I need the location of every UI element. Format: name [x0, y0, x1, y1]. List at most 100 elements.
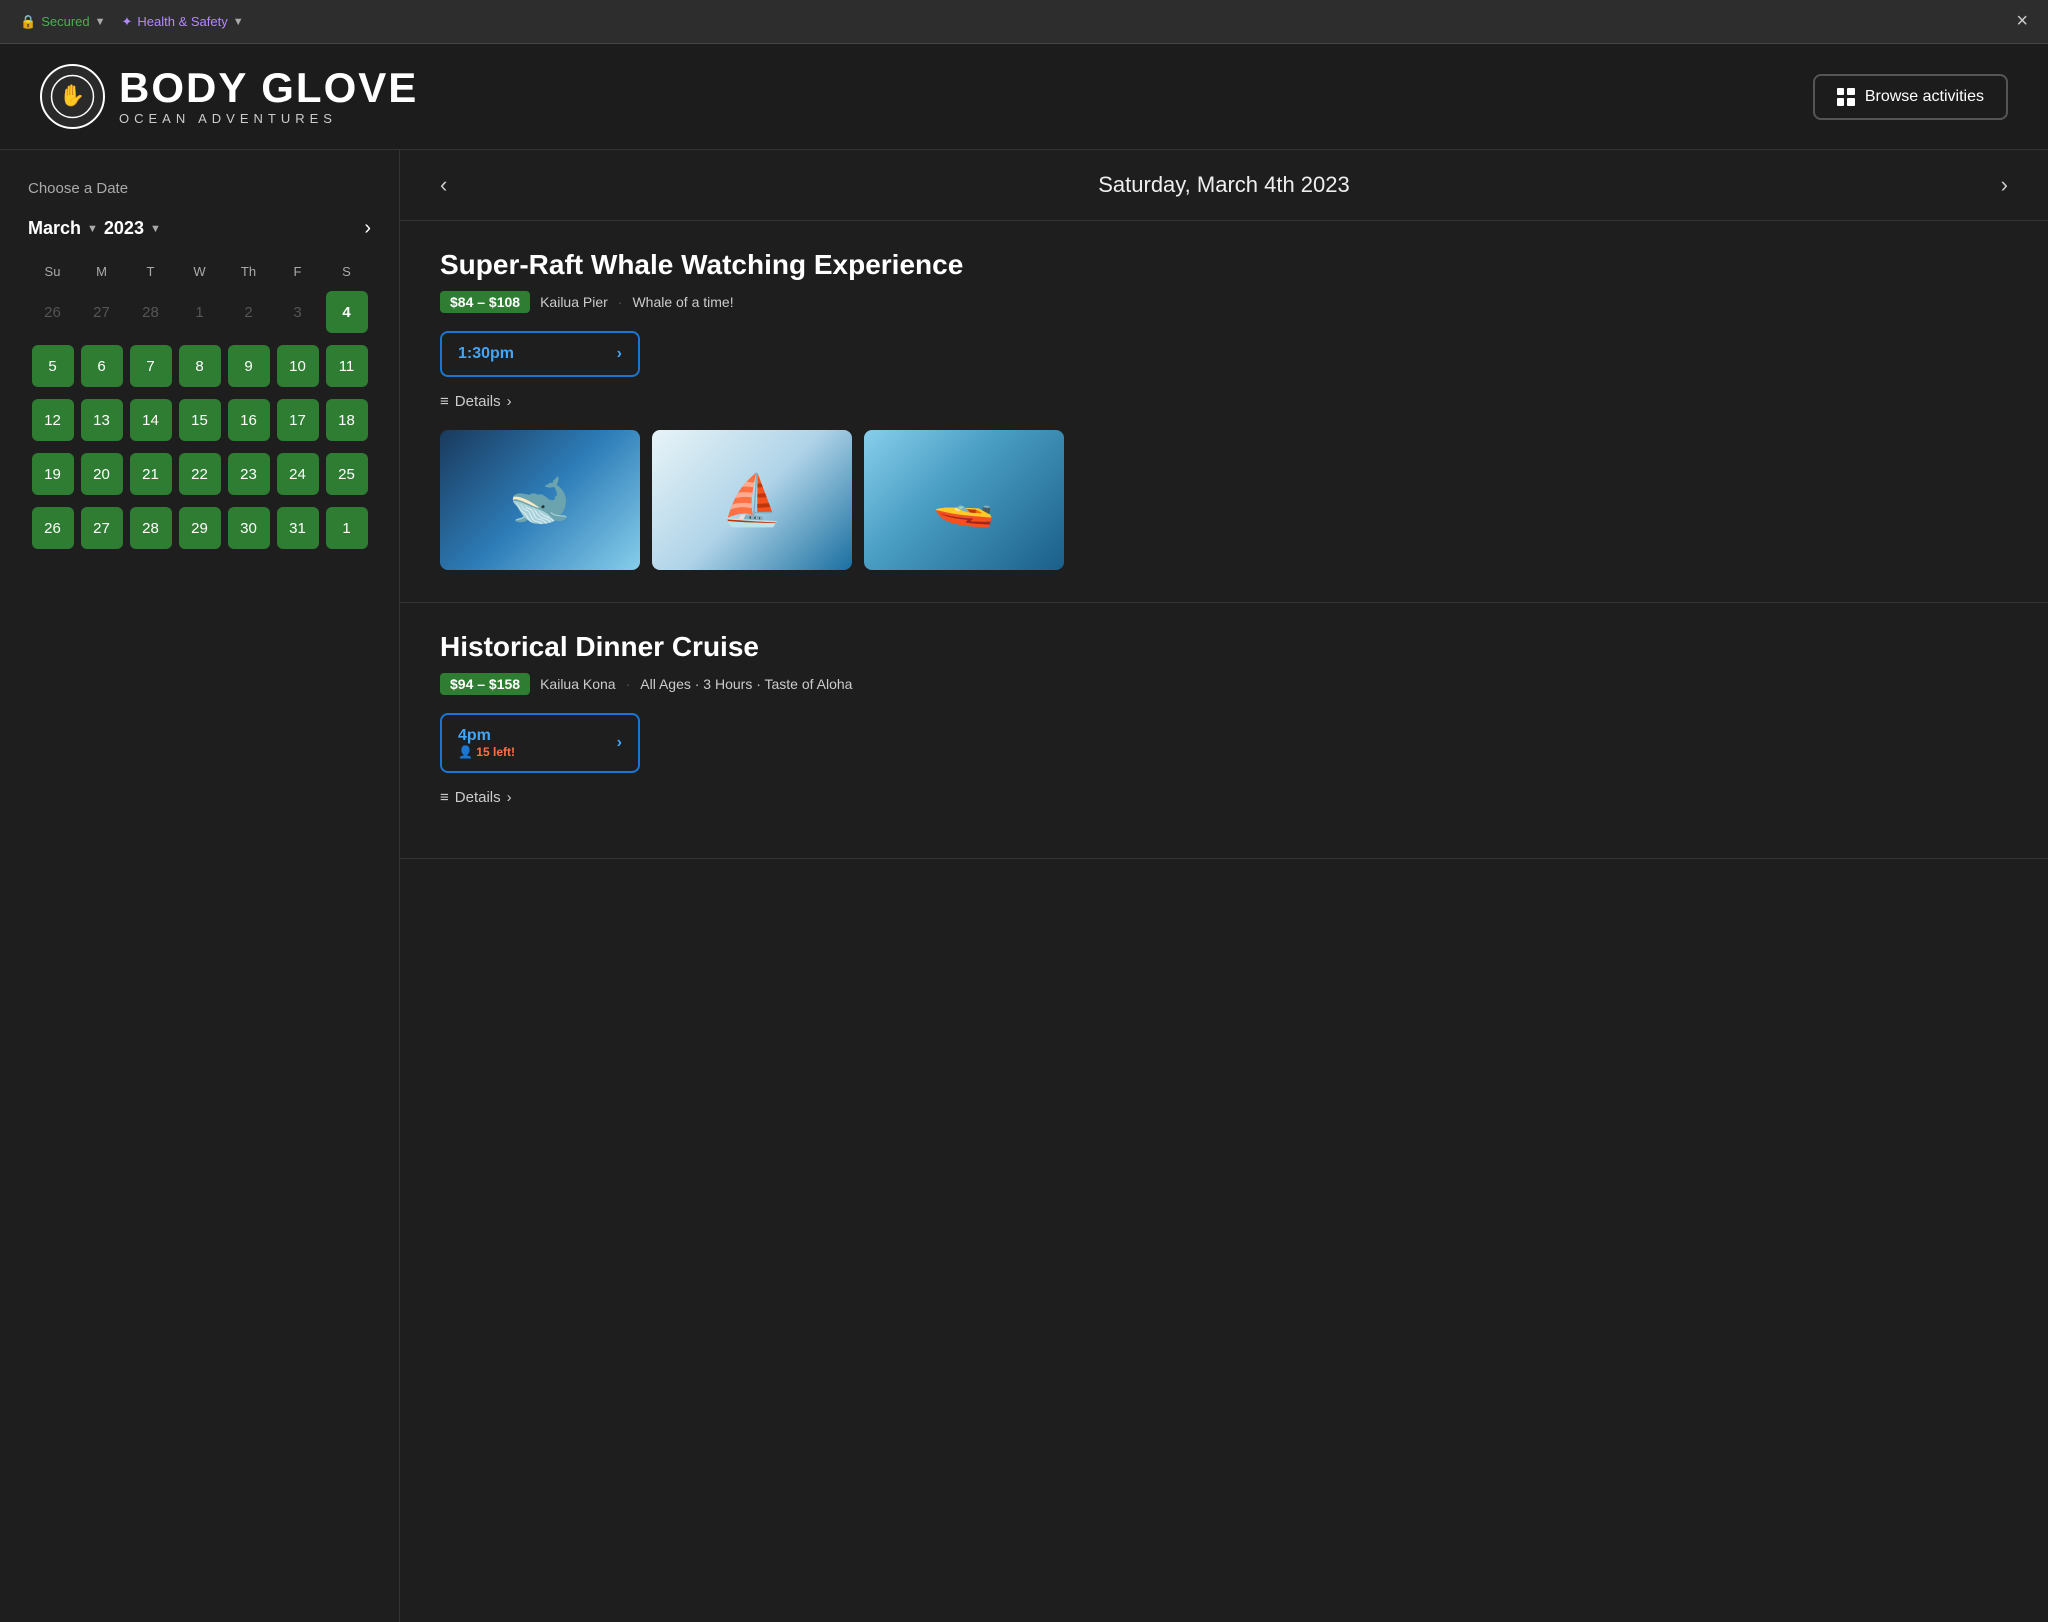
seats-icon: 👤 — [458, 745, 473, 759]
calendar-day-11[interactable]: 11 — [326, 345, 368, 387]
calendar-day-cell: 2 — [224, 285, 273, 339]
time-select-button-1[interactable]: 1:30pm › — [440, 331, 640, 377]
month-dropdown-icon: ▼ — [87, 223, 98, 235]
calendar-day-cell: 16 — [224, 393, 273, 447]
health-safety-badge[interactable]: ✦ Health & Safety ▼ — [122, 14, 244, 30]
calendar-day-24[interactable]: 24 — [277, 453, 319, 495]
calendar-week-row: 567891011 — [28, 339, 371, 393]
calendar-day-cell: 5 — [28, 339, 77, 393]
calendar-day-15[interactable]: 15 — [179, 399, 221, 441]
calendar-day-cell: 13 — [77, 393, 126, 447]
activity-meta-2: $94 – $158 Kailua Kona · All Ages · 3 Ho… — [440, 673, 2008, 695]
calendar-day-13[interactable]: 13 — [81, 399, 123, 441]
calendar-week-row: 12131415161718 — [28, 393, 371, 447]
calendar-day-cell: 23 — [224, 447, 273, 501]
secure-badge[interactable]: 🔒 Secured ▼ — [20, 14, 106, 30]
day-header-s: S — [322, 258, 371, 285]
calendar-day-cell: 18 — [322, 393, 371, 447]
calendar-day-16[interactable]: 16 — [228, 399, 270, 441]
seats-count: 15 left! — [476, 745, 515, 759]
activity-title-2: Historical Dinner Cruise — [440, 631, 2008, 663]
calendar-day-4[interactable]: 4 — [326, 291, 368, 333]
browse-activities-button[interactable]: Browse activities — [1813, 74, 2008, 120]
calendar-next-button[interactable]: › — [364, 217, 371, 240]
calendar-day-26[interactable]: 26 — [32, 507, 74, 549]
calendar-month[interactable]: March — [28, 218, 81, 239]
calendar-day-cell: 27 — [77, 285, 126, 339]
calendar-day-cell: 30 — [224, 501, 273, 555]
day-header-f: F — [273, 258, 322, 285]
details-lines-icon-1: ≡ — [440, 393, 449, 410]
calendar-day-18[interactable]: 18 — [326, 399, 368, 441]
calendar-day-7[interactable]: 7 — [130, 345, 172, 387]
calendar-day-5[interactable]: 5 — [32, 345, 74, 387]
activity-price-1: $84 – $108 — [440, 291, 530, 313]
calendar-day-cell: 14 — [126, 393, 175, 447]
activity-card-dinner-cruise: Historical Dinner Cruise $94 – $158 Kail… — [400, 603, 2048, 859]
health-dropdown-arrow: ▼ — [233, 16, 244, 28]
activity-location-1: Kailua Pier — [540, 294, 608, 310]
calendar-day-21[interactable]: 21 — [130, 453, 172, 495]
calendar-day-cell: 25 — [322, 447, 371, 501]
calendar-year[interactable]: 2023 — [104, 218, 144, 239]
prev-date-button[interactable]: ‹ — [440, 172, 447, 198]
activity-image-boat-people — [652, 430, 852, 570]
calendar-day-10[interactable]: 10 — [277, 345, 319, 387]
activities-panel: ‹ Saturday, March 4th 2023 › Super-Raft … — [400, 150, 2048, 1622]
calendar-day-12[interactable]: 12 — [32, 399, 74, 441]
calendar-day-27[interactable]: 27 — [81, 507, 123, 549]
dot-2: · — [626, 676, 631, 692]
calendar-day-cell: 22 — [175, 447, 224, 501]
brand-name: BODY GLOVE — [119, 67, 418, 109]
secure-label: Secured — [41, 14, 89, 29]
calendar-day-cell: 20 — [77, 447, 126, 501]
current-date-display: Saturday, March 4th 2023 — [1098, 172, 1350, 198]
calendar-day-30[interactable]: 30 — [228, 507, 270, 549]
calendar-day-25[interactable]: 25 — [326, 453, 368, 495]
calendar-header-row: Su M T W Th F S — [28, 258, 371, 285]
details-label-2: Details — [455, 789, 501, 806]
day-header-th: Th — [224, 258, 273, 285]
calendar-day-23[interactable]: 23 — [228, 453, 270, 495]
calendar-day-28[interactable]: 28 — [130, 507, 172, 549]
sparkle-icon: ✦ — [122, 14, 133, 30]
calendar-day-28: 28 — [130, 291, 172, 333]
calendar-day-22[interactable]: 22 — [179, 453, 221, 495]
details-button-2[interactable]: ≡ Details › — [440, 789, 512, 806]
calendar-day-17[interactable]: 17 — [277, 399, 319, 441]
calendar-week-row: 2627281234 — [28, 285, 371, 339]
lock-icon: 🔒 — [20, 14, 36, 30]
site-header: ✋ BODY GLOVE OCEAN ADVENTURES Browse act… — [0, 44, 2048, 150]
browser-toolbar-left: 🔒 Secured ▼ ✦ Health & Safety ▼ — [20, 14, 244, 30]
brand-text: BODY GLOVE OCEAN ADVENTURES — [119, 67, 418, 126]
calendar-day-cell: 8 — [175, 339, 224, 393]
time-select-button-2[interactable]: 4pm 👤 15 left! › — [440, 713, 640, 773]
calendar-day-1[interactable]: 1 — [326, 507, 368, 549]
calendar-day-cell: 29 — [175, 501, 224, 555]
calendar-day-20[interactable]: 20 — [81, 453, 123, 495]
calendar-day-cell: 10 — [273, 339, 322, 393]
details-chevron-1: › — [507, 393, 512, 410]
calendar-day-9[interactable]: 9 — [228, 345, 270, 387]
details-lines-icon-2: ≡ — [440, 789, 449, 806]
next-date-button[interactable]: › — [2001, 172, 2008, 198]
calendar-day-cell: 27 — [77, 501, 126, 555]
calendar-day-cell: 24 — [273, 447, 322, 501]
calendar-day-14[interactable]: 14 — [130, 399, 172, 441]
browse-btn-label: Browse activities — [1865, 88, 1984, 106]
calendar-day-6[interactable]: 6 — [81, 345, 123, 387]
calendar-day-cell: 9 — [224, 339, 273, 393]
calendar-day-19[interactable]: 19 — [32, 453, 74, 495]
day-header-m: M — [77, 258, 126, 285]
calendar-day-31[interactable]: 31 — [277, 507, 319, 549]
calendar-day-cell: 3 — [273, 285, 322, 339]
details-button-1[interactable]: ≡ Details › — [440, 393, 512, 410]
calendar-day-29[interactable]: 29 — [179, 507, 221, 549]
calendar-day-cell: 31 — [273, 501, 322, 555]
seats-left-2: 👤 15 left! — [458, 745, 515, 759]
main-content: Choose a Date March ▼ 2023 ▼ › Su M T W … — [0, 150, 2048, 1622]
close-button[interactable]: × — [2016, 10, 2028, 33]
calendar-day-8[interactable]: 8 — [179, 345, 221, 387]
grid-icon — [1837, 88, 1855, 106]
brand-logo: ✋ — [40, 64, 105, 129]
